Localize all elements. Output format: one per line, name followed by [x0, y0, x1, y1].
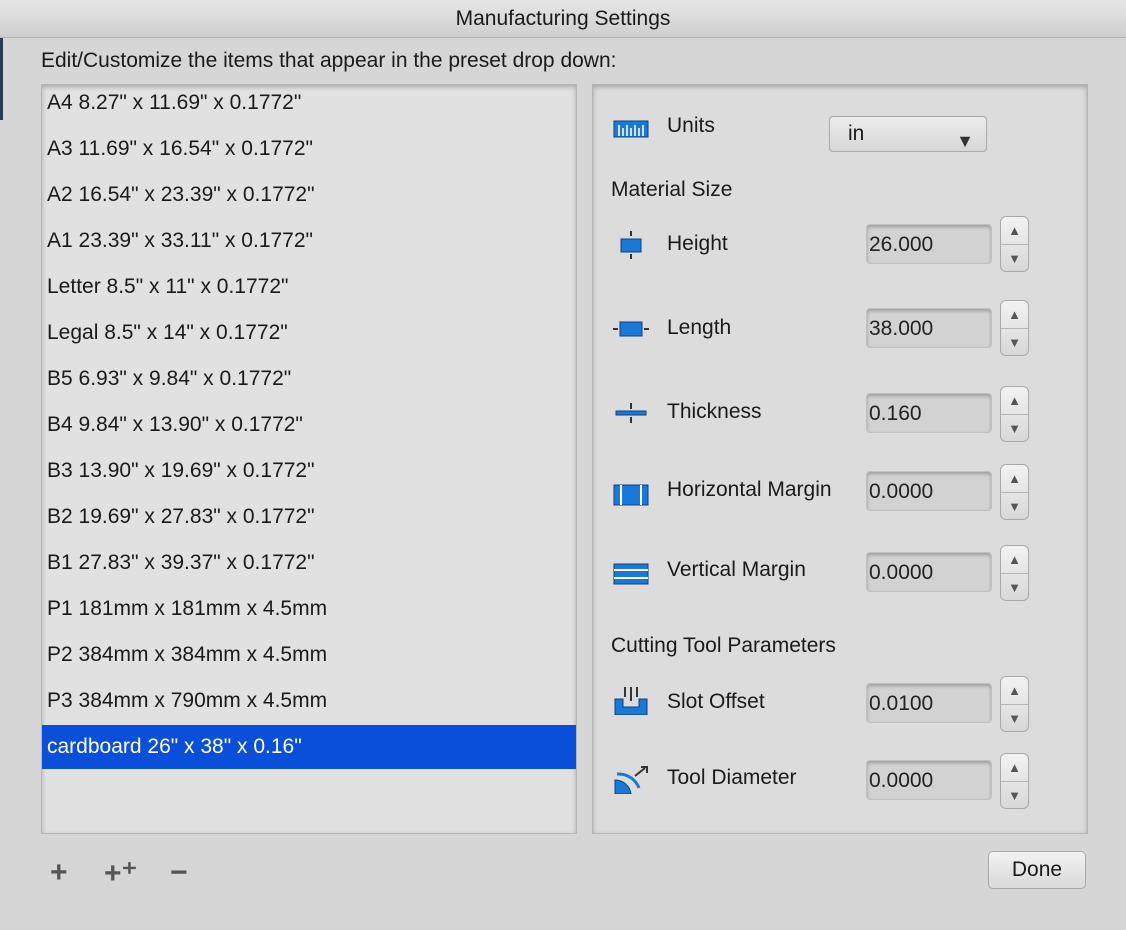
increment-icon[interactable]: ▲ [1001, 465, 1028, 493]
vertical-margin-stepper[interactable]: ▲ ▼ [1000, 545, 1029, 601]
preset-item[interactable]: Legal 8.5" x 14" x 0.1772" [42, 311, 576, 355]
tool-diameter-label: Tool Diameter [667, 766, 797, 789]
preset-item[interactable]: B2 19.69" x 27.83" x 0.1772" [42, 495, 576, 539]
slot-offset-icon [614, 687, 648, 715]
decrement-icon[interactable]: ▼ [1001, 574, 1028, 601]
units-dropdown[interactable]: in ▼ [829, 116, 987, 152]
instruction-text: Edit/Customize the items that appear in … [41, 49, 617, 72]
decrement-icon[interactable]: ▼ [1001, 329, 1028, 356]
tool-diameter-input[interactable]: 0.0000 [866, 760, 992, 800]
preset-item[interactable]: B5 6.93" x 9.84" x 0.1772" [42, 357, 576, 401]
height-stepper[interactable]: ▲ ▼ [1000, 216, 1029, 272]
vertical-margin-icon [613, 563, 649, 585]
window-title: Manufacturing Settings [0, 0, 1126, 38]
remove-preset-button[interactable]: − [170, 856, 188, 890]
height-label: Height [667, 232, 728, 255]
vertical-margin-label: Vertical Margin [667, 558, 806, 581]
horizontal-margin-stepper[interactable]: ▲ ▼ [1000, 464, 1029, 520]
decrement-icon[interactable]: ▼ [1001, 705, 1028, 732]
length-icon [613, 321, 649, 337]
units-value: in [848, 122, 865, 145]
settings-panel: Units in ▼ Material Size Height 26.000 ▲… [592, 84, 1088, 834]
horizontal-margin-label: Horizontal Margin [667, 478, 832, 501]
preset-item[interactable]: A1 23.39" x 33.11" x 0.1772" [42, 219, 576, 263]
add-preset-button[interactable]: + [50, 856, 68, 890]
thickness-input[interactable]: 0.160 [866, 393, 992, 433]
preset-list[interactable]: A4 8.27" x 11.69" x 0.1772" A3 11.69" x 1… [41, 84, 577, 834]
decrement-icon[interactable]: ▼ [1001, 493, 1028, 520]
decrement-icon[interactable]: ▼ [1001, 415, 1028, 442]
preset-item[interactable]: A2 16.54" x 23.39" x 0.1772" [42, 173, 576, 217]
tool-diameter-stepper[interactable]: ▲ ▼ [1000, 753, 1029, 809]
units-label: Units [667, 114, 715, 137]
length-label: Length [667, 316, 732, 339]
preset-item[interactable]: A4 8.27" x 11.69" x 0.1772" [42, 85, 576, 125]
preset-item[interactable]: B1 27.83" x 39.37" x 0.1772" [42, 541, 576, 585]
cutting-tool-heading: Cutting Tool Parameters [611, 634, 836, 657]
horizontal-margin-icon [613, 484, 649, 506]
preset-item[interactable]: A3 11.69" x 16.54" x 0.1772" [42, 127, 576, 171]
duplicate-preset-button[interactable]: +⁺ [104, 856, 137, 891]
tool-diameter-icon [614, 766, 648, 794]
increment-icon[interactable]: ▲ [1001, 754, 1028, 782]
horizontal-margin-input[interactable]: 0.0000 [866, 471, 992, 511]
preset-item[interactable]: B3 13.90" x 19.69" x 0.1772" [42, 449, 576, 493]
increment-icon[interactable]: ▲ [1001, 387, 1028, 415]
thickness-icon [615, 403, 647, 423]
increment-icon[interactable]: ▲ [1001, 546, 1028, 574]
chevron-down-icon: ▼ [956, 131, 974, 151]
increment-icon[interactable]: ▲ [1001, 301, 1028, 329]
thickness-stepper[interactable]: ▲ ▼ [1000, 386, 1029, 442]
increment-icon[interactable]: ▲ [1001, 217, 1028, 245]
preset-item[interactable]: B4 9.84" x 13.90" x 0.1772" [42, 403, 576, 447]
height-input[interactable]: 26.000 [866, 224, 992, 264]
slot-offset-input[interactable]: 0.0100 [866, 683, 992, 723]
decrement-icon[interactable]: ▼ [1001, 782, 1028, 809]
preset-item[interactable]: P1 181mm x 181mm x 4.5mm [42, 587, 576, 631]
slot-offset-stepper[interactable]: ▲ ▼ [1000, 676, 1029, 732]
length-input[interactable]: 38.000 [866, 308, 992, 348]
preset-item[interactable]: P2 384mm x 384mm x 4.5mm [42, 633, 576, 677]
height-icon [620, 231, 642, 259]
slot-offset-label: Slot Offset [667, 690, 765, 713]
vertical-margin-input[interactable]: 0.0000 [866, 552, 992, 592]
decrement-icon[interactable]: ▼ [1001, 245, 1028, 272]
done-button[interactable]: Done [988, 851, 1086, 889]
preset-item[interactable]: Letter 8.5" x 11" x 0.1772" [42, 265, 576, 309]
length-stepper[interactable]: ▲ ▼ [1000, 300, 1029, 356]
material-size-heading: Material Size [611, 178, 733, 201]
thickness-label: Thickness [667, 400, 762, 423]
preset-item[interactable]: P3 384mm x 790mm x 4.5mm [42, 679, 576, 723]
preset-item-selected[interactable]: cardboard 26" x 38" x 0.16" [42, 725, 576, 769]
increment-icon[interactable]: ▲ [1001, 677, 1028, 705]
ruler-icon [613, 120, 649, 138]
